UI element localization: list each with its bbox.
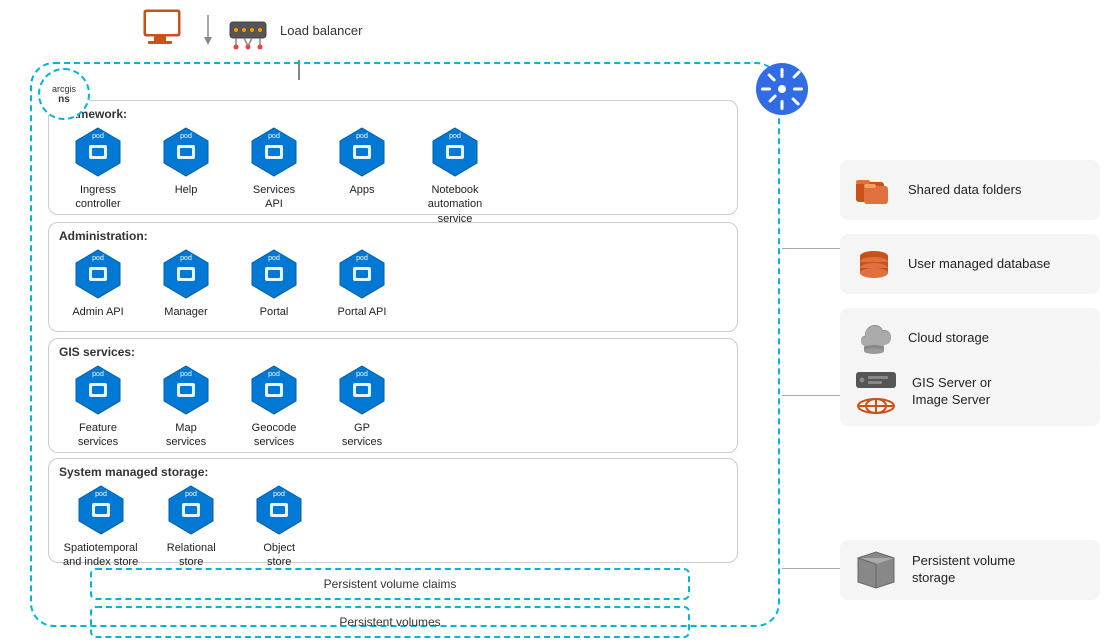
pod-object-store: pod Objectstore [244,483,314,570]
pod-geocode-services: pod Geocodeservices [239,363,309,450]
pod-manager-label: Manager [164,305,207,319]
svg-text:pod: pod [268,255,280,262]
gis-services-section: GIS services: pod Featureservices [48,338,738,453]
pod-notebook-label: Notebookautomation service [415,183,495,226]
gis-services-label: GIS services: [49,339,737,359]
pod-ingress-controller-label: Ingresscontroller [75,183,120,212]
gis-services-pods-row: pod Featureservices pod Mapservic [49,359,737,454]
pod-help: pod Help [151,125,221,197]
kubernetes-icon [755,62,809,116]
arcgis-ns-badge: arcgis ns [38,68,90,120]
svg-text:pod: pod [449,133,461,140]
svg-text:pod: pod [92,133,104,140]
administration-label: Administration: [49,223,737,243]
system-storage-label: System managed storage: [49,459,737,479]
gis-server-top-icon [854,368,898,392]
cloud-storage-icon [854,318,894,358]
administration-pods-row: pod Admin API pod Manager [49,243,737,323]
svg-text:pod: pod [95,491,107,498]
right-panel-top: Shared data folders User managed databas… [840,160,1100,368]
pod-feature-services-label: Featureservices [78,421,118,450]
shared-data-folders-label: Shared data folders [908,182,1021,199]
svg-text:pod: pod [268,371,280,378]
svg-text:pod: pod [92,371,104,378]
pod-geocode-services-label: Geocodeservices [252,421,297,450]
right-connector-bottom [782,395,842,397]
svg-text:pod: pod [180,371,192,378]
pv-label: Persistent volumes [339,615,440,629]
persistent-volume-storage-icon [854,550,898,590]
diagram-container: Load balancer arcgis ns [0,0,1116,641]
shared-data-folders-icon [854,170,894,210]
pod-portal: pod Portal [239,247,309,319]
svg-text:pod: pod [180,255,192,262]
persistent-volume-storage-label: Persistent volumestorage [912,553,1015,587]
pod-feature-services: pod Featureservices [63,363,133,450]
pod-services-api-label: ServicesAPI [253,183,295,212]
gis-server-item: GIS Server orImage Server [840,358,1100,426]
user-managed-database-item: User managed database [840,234,1100,294]
pod-admin-api: pod Admin API [63,247,133,319]
pod-manager: pod Manager [151,247,221,319]
system-storage-section: System managed storage: pod Spatiotempor… [48,458,738,563]
load-balancer-label: Load balancer [280,23,362,38]
ns-label: ns [58,94,70,105]
right-panel-bottom: Persistent volumestorage [840,540,1100,600]
pod-relational-store-label: Relationalstore [167,541,216,570]
system-storage-pods-row: pod Spatiotemporaland index store pod [49,479,737,574]
administration-section: Administration: pod Admin API [48,222,738,332]
pod-spatiotemporal: pod Spatiotemporaland index store [63,483,138,570]
svg-text:pod: pod [356,133,368,140]
pod-admin-api-label: Admin API [72,305,123,319]
persistent-volume-claims-box: Persistent volume claims [90,568,690,600]
persistent-volume-storage-item: Persistent volumestorage [840,540,1100,600]
load-balancer-group: Load balancer [140,8,362,52]
arrow-down-icon [200,15,216,45]
pod-spatiotemporal-label: Spatiotemporaland index store [63,541,138,570]
pod-apps-label: Apps [349,183,374,197]
persistent-volumes-box: Persistent volumes [90,606,690,638]
framework-label: Framework: [49,101,737,121]
pod-object-store-label: Objectstore [263,541,295,570]
framework-pods-row: pod Ingresscontroller pod [49,121,737,230]
pod-portal-api: pod Portal API [327,247,397,319]
shared-data-folders-item: Shared data folders [840,160,1100,220]
svg-text:pod: pod [273,491,285,498]
pod-help-label: Help [175,183,198,197]
right-connector-top [782,248,842,250]
pod-map-services: pod Mapservices [151,363,221,450]
pod-portal-api-label: Portal API [338,305,387,319]
pod-services-api: pod ServicesAPI [239,125,309,212]
right-panel-middle: GIS Server orImage Server [840,358,1100,426]
right-connector-storage [782,568,842,570]
svg-text:pod: pod [185,491,197,498]
pod-apps: pod Apps [327,125,397,197]
pvc-label: Persistent volume claims [324,577,457,591]
svg-text:pod: pod [356,255,368,262]
arcgis-text: arcgis [52,84,76,94]
user-managed-database-label: User managed database [908,256,1050,273]
gis-server-bottom-icon [854,396,898,416]
cloud-storage-label: Cloud storage [908,330,989,347]
user-managed-database-icon [854,244,894,284]
pod-gp-services: pod GPservices [327,363,397,450]
network-switch-icon [226,8,270,52]
pod-relational-store: pod Relationalstore [156,483,226,570]
svg-text:pod: pod [268,133,280,140]
framework-section: Framework: pod Ingresscontroller [48,100,738,215]
pod-notebook-automation: pod Notebookautomation service [415,125,495,226]
pod-ingress-controller: pod Ingresscontroller [63,125,133,212]
gis-server-label: GIS Server orImage Server [912,375,991,409]
svg-text:pod: pod [92,255,104,262]
svg-text:pod: pod [356,371,368,378]
pod-portal-label: Portal [260,305,289,319]
svg-text:pod: pod [180,133,192,140]
pod-map-services-label: Mapservices [166,421,206,450]
computer-icon [140,8,190,52]
pod-gp-services-label: GPservices [342,421,382,450]
